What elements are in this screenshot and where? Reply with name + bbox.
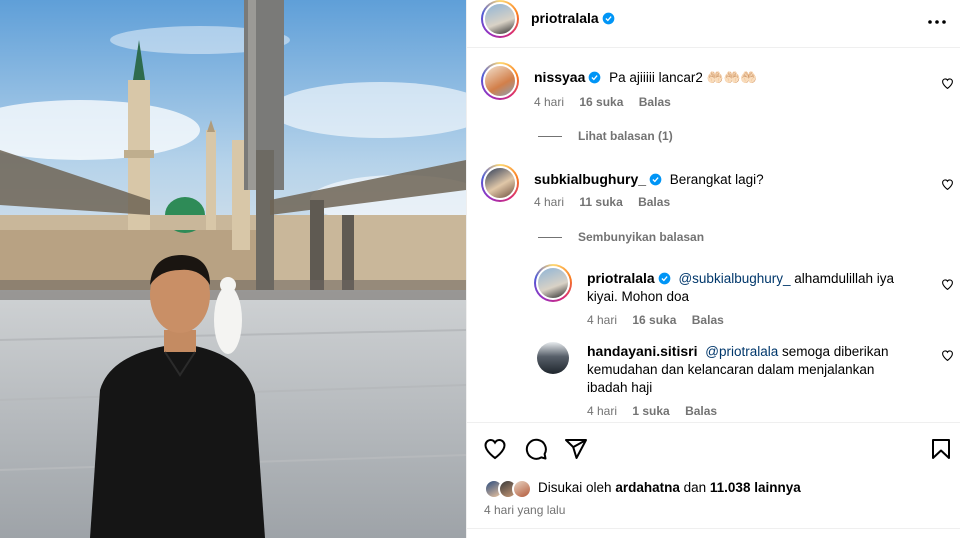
share-icon[interactable] bbox=[564, 437, 588, 461]
reply-button[interactable]: Balas bbox=[638, 195, 670, 209]
replier-avatar[interactable] bbox=[537, 342, 569, 374]
comment-likes[interactable]: 11 suka bbox=[579, 195, 622, 209]
reply-item: handayani.sitisri @priotralala semoga di… bbox=[534, 339, 954, 419]
commenter-avatar[interactable] bbox=[481, 62, 519, 100]
comment-icon[interactable] bbox=[524, 437, 548, 461]
bookmark-icon[interactable] bbox=[929, 437, 953, 461]
reply-mention[interactable]: @priotralala bbox=[705, 344, 778, 359]
reply-button[interactable]: Balas bbox=[639, 95, 671, 109]
post-header: priotralala bbox=[467, 0, 960, 48]
likes-others[interactable]: 11.038 lainnya bbox=[710, 480, 801, 495]
reply-button[interactable]: Balas bbox=[685, 404, 717, 418]
comment-like-icon[interactable] bbox=[941, 77, 954, 90]
comment-username[interactable]: subkialbughury_ bbox=[534, 171, 646, 187]
comment-input-area[interactable] bbox=[467, 528, 960, 538]
verified-icon bbox=[602, 12, 615, 25]
reply-username[interactable]: handayani.sitisri bbox=[587, 343, 697, 359]
author-username[interactable]: priotralala bbox=[531, 10, 599, 26]
reply-button[interactable]: Balas bbox=[692, 313, 724, 327]
reply-time[interactable]: 4 hari bbox=[587, 313, 617, 327]
liker-username[interactable]: ardahatna bbox=[615, 480, 680, 495]
hide-replies-toggle[interactable]: Sembunyikan balasan bbox=[538, 230, 704, 244]
comment-item: nissyaa Pa ajiiiii lancar2 🤲🏻🤲🏻🤲🏻 4 hari… bbox=[481, 62, 954, 112]
comment-item: subkialbughury_ Berangkat lagi? 4 hari 1… bbox=[481, 164, 954, 214]
reply-item: priotralala @subkialbughury_ alhamdulill… bbox=[534, 264, 954, 330]
reply-like-icon[interactable] bbox=[941, 349, 954, 362]
likes-prefix: Disukai oleh bbox=[538, 480, 612, 495]
reply-username[interactable]: priotralala bbox=[587, 270, 655, 286]
post-photo bbox=[0, 0, 466, 538]
comment-time[interactable]: 4 hari bbox=[534, 195, 564, 209]
likes-joiner: dan bbox=[683, 480, 707, 495]
reply-like-icon[interactable] bbox=[941, 278, 954, 291]
comment-likes[interactable]: 16 suka bbox=[579, 95, 623, 109]
view-replies-toggle[interactable]: Lihat balasan (1) bbox=[538, 129, 673, 143]
verified-icon bbox=[658, 272, 671, 285]
verified-icon bbox=[589, 71, 601, 84]
comment-text: Berangkat lagi? bbox=[669, 172, 764, 187]
author-avatar[interactable] bbox=[481, 0, 519, 38]
commenter-avatar[interactable] bbox=[481, 164, 519, 202]
posted-time[interactable]: 4 hari yang lalu bbox=[484, 503, 565, 517]
comment-time[interactable]: 4 hari bbox=[534, 95, 564, 109]
liker-avatar[interactable] bbox=[512, 479, 532, 499]
reply-likes[interactable]: 1 suka bbox=[632, 404, 669, 418]
reply-time[interactable]: 4 hari bbox=[587, 404, 617, 418]
reply-likes[interactable]: 16 suka bbox=[632, 313, 676, 327]
comment-text: Pa ajiiiii lancar2 🤲🏻🤲🏻🤲🏻 bbox=[609, 70, 758, 85]
verified-icon bbox=[649, 173, 662, 186]
more-options-icon[interactable] bbox=[925, 10, 949, 34]
post-actions: Disukai oleh ardahatna dan 11.038 lainny… bbox=[467, 422, 960, 538]
comment-username[interactable]: nissyaa bbox=[534, 69, 585, 85]
heart-icon[interactable] bbox=[483, 437, 507, 461]
replier-avatar[interactable] bbox=[534, 264, 572, 302]
comment-like-icon[interactable] bbox=[941, 178, 954, 191]
comments-panel: priotralala nissyaa Pa ajiiiii lancar2 🤲… bbox=[466, 0, 960, 538]
reply-mention[interactable]: @subkialbughury_ bbox=[678, 271, 790, 286]
